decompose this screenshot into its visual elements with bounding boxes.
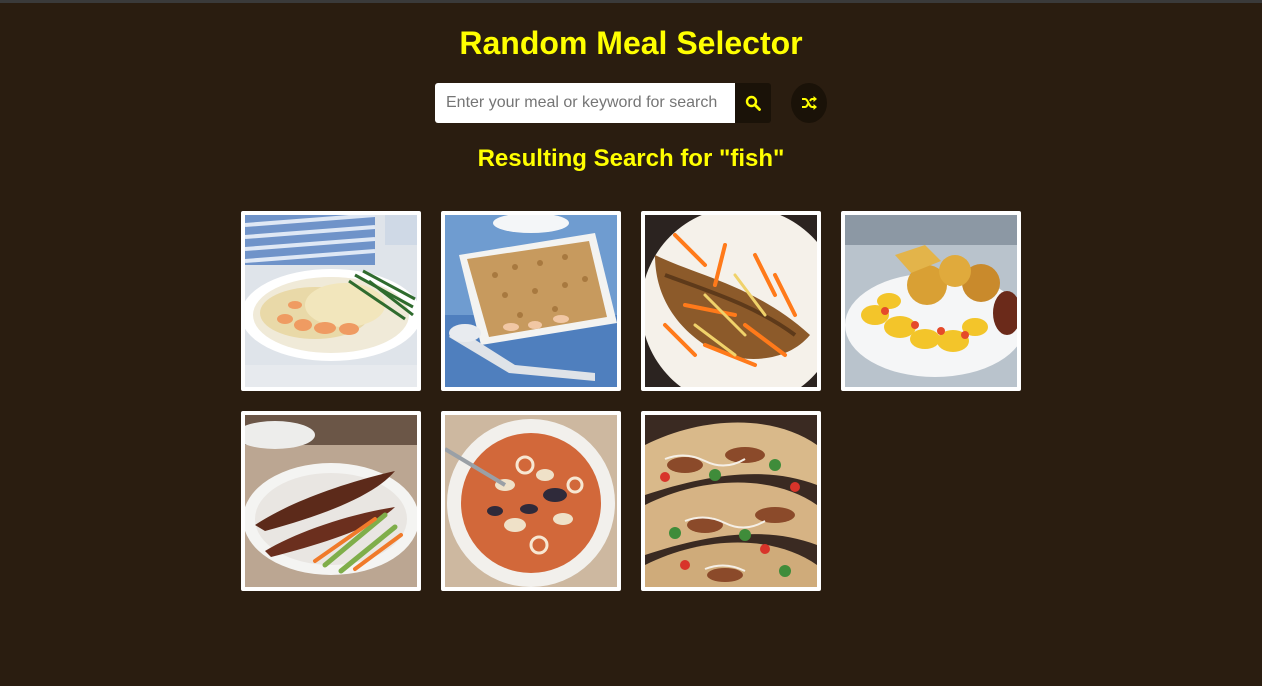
meal-image — [445, 215, 617, 387]
meal-card[interactable] — [841, 211, 1021, 391]
meal-image — [645, 215, 817, 387]
meal-card[interactable] — [641, 211, 821, 391]
search-icon — [745, 95, 761, 111]
meal-image — [645, 415, 817, 587]
meal-image — [245, 415, 417, 587]
meals-grid — [241, 211, 1021, 591]
meal-image — [245, 215, 417, 387]
meal-card[interactable] — [641, 411, 821, 591]
search-button[interactable] — [735, 83, 771, 123]
shuffle-icon — [802, 96, 817, 110]
meal-card[interactable] — [441, 411, 621, 591]
random-meal-button[interactable] — [791, 83, 827, 123]
search-input[interactable] — [435, 83, 735, 123]
meal-image — [845, 215, 1017, 387]
result-heading: Resulting Search for "fish" — [477, 145, 785, 172]
meal-image — [445, 415, 617, 587]
page-title: Random Meal Selector — [459, 25, 803, 61]
meal-card[interactable] — [441, 211, 621, 391]
meal-card[interactable] — [241, 411, 421, 591]
meal-card[interactable] — [241, 211, 421, 391]
search-form — [435, 83, 827, 123]
